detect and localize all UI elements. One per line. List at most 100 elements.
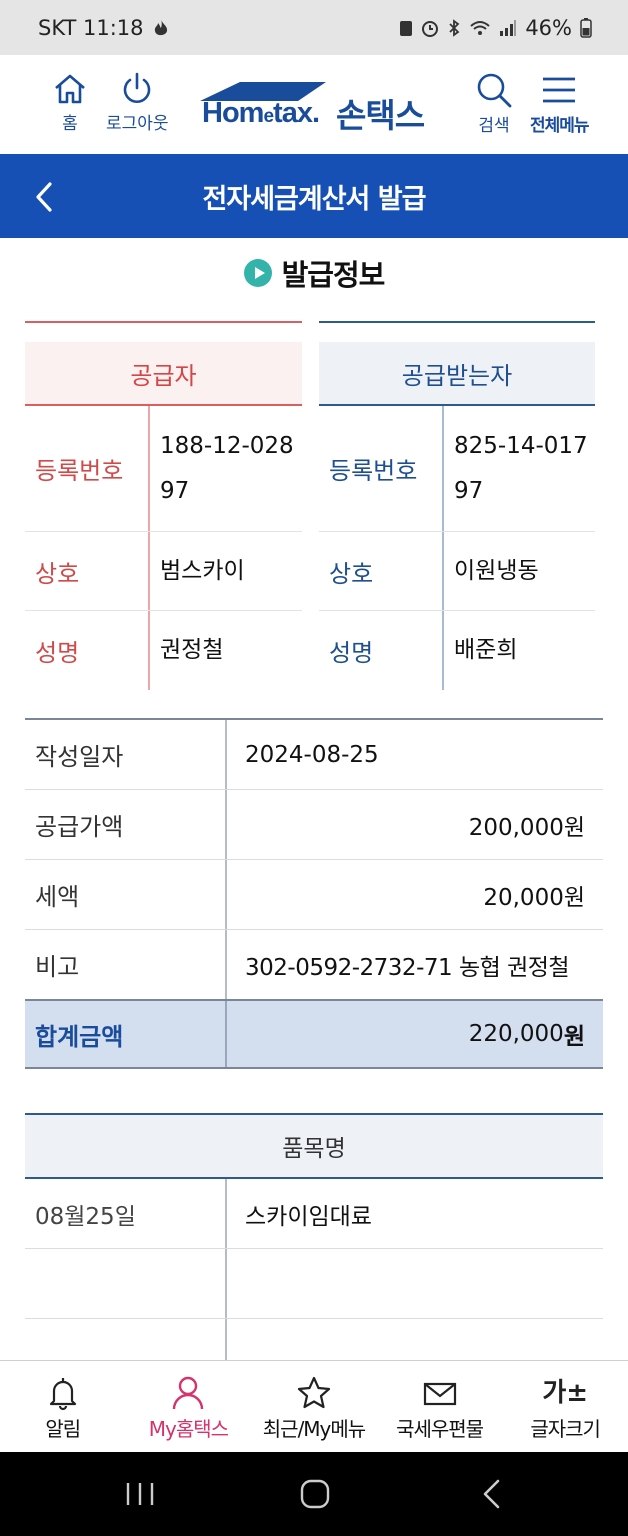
font-size-icon: 가±	[542, 1378, 589, 1408]
battery-icon	[580, 17, 592, 38]
power-icon	[123, 72, 151, 103]
section-title: 발급정보	[281, 258, 386, 292]
home-icon	[55, 74, 85, 104]
back-system-icon[interactable]	[478, 1478, 506, 1510]
home-label: 홈	[62, 114, 78, 134]
search-label: 검색	[478, 116, 510, 136]
table-row-empty	[25, 1249, 603, 1319]
supplier-rep-row: 성명 권정철	[25, 611, 302, 690]
table-row: 08월25일 스카이임대료	[25, 1179, 603, 1249]
recipient-reg-label: 등록번호	[319, 406, 444, 531]
envelope-icon	[423, 1382, 456, 1406]
total-value: 220,000 원	[227, 1001, 603, 1067]
nav-mail-label: 국세우편물	[396, 1417, 484, 1441]
home-button[interactable]: 홈	[52, 71, 88, 134]
tax-label: 세액	[25, 860, 227, 929]
supplier-name-value: 범스카이	[160, 557, 245, 584]
total-amount: 220,000	[468, 1021, 564, 1047]
note-label: 비고	[25, 930, 227, 999]
recipient-reg-value: 825-14-01797	[454, 432, 588, 504]
signal-icon	[500, 19, 517, 36]
bell-icon	[49, 1378, 76, 1411]
screen: SKT 11:18 46% 홈 로그아웃 Hometax. 손택스 검색 전체메…	[0, 0, 628, 1536]
tax-value: 20,000원	[483, 884, 585, 911]
logo-home: Hom	[202, 97, 264, 129]
date-value: 2024-08-25	[245, 741, 379, 768]
bottom-nav: 알림 My홈택스 최근/My메뉴 국세우편물 가± 글자크기	[0, 1360, 628, 1452]
carrier-time: SKT 11:18	[38, 15, 144, 40]
page-title: 전자세금계산서 발급	[202, 183, 427, 215]
supplier-reg-label: 등록번호	[25, 406, 150, 531]
supply-value: 200,000원	[468, 814, 585, 841]
total-unit: 원	[563, 1024, 585, 1050]
supplier-name-label: 상호	[25, 532, 150, 610]
battery-percent: 46%	[525, 15, 572, 40]
date-row: 작성일자 2024-08-25	[25, 720, 603, 790]
recipient-reg-row: 등록번호 825-14-01797	[319, 406, 595, 532]
supplier-heading: 공급자	[25, 342, 302, 406]
nav-alert[interactable]: 알림	[0, 1361, 126, 1452]
nav-font-label: 글자크기	[530, 1417, 601, 1441]
note-row: 비고 302-0592-2732-71 농협 권정철	[25, 930, 603, 1000]
nav-my-hometax[interactable]: My홈택스	[126, 1361, 252, 1452]
note-value: 302-0592-2732-71 농협 권정철	[245, 954, 570, 981]
status-bar: SKT 11:18 46%	[0, 0, 628, 55]
nav-my-label: My홈택스	[148, 1417, 229, 1441]
supplier-rep-label: 성명	[25, 611, 150, 690]
recipient-box: 공급받는자 등록번호 825-14-01797 상호 이원냉동 성명 배준희	[319, 321, 595, 690]
nav-recent-label: 최근/My메뉴	[262, 1417, 366, 1441]
supply-row: 공급가액 200,000원	[25, 790, 603, 860]
alarm-icon	[422, 20, 439, 37]
star-icon	[297, 1376, 331, 1409]
recipient-name-value: 이원냉동	[454, 557, 539, 584]
recipient-rep-label: 성명	[319, 611, 444, 690]
total-label: 합계금액	[25, 1001, 227, 1067]
recipient-heading: 공급받는자	[319, 342, 595, 406]
back-icon[interactable]	[30, 180, 60, 214]
supplier-reg-row: 등록번호 188-12-02897	[25, 406, 302, 532]
bluetooth-icon	[449, 18, 460, 37]
logout-label: 로그아웃	[106, 114, 169, 134]
recipient-name-row: 상호 이원냉동	[319, 532, 595, 611]
clipboard-icon	[400, 20, 413, 36]
item-date: 08월25일	[25, 1179, 227, 1248]
supplier-rep-value: 권정철	[160, 637, 224, 663]
home-system-icon[interactable]	[299, 1478, 331, 1510]
tax-row: 세액 20,000원	[25, 860, 603, 930]
logout-button[interactable]: 로그아웃	[106, 71, 169, 134]
hamburger-icon	[543, 77, 576, 103]
nav-tax-mail[interactable]: 국세우편물	[377, 1361, 503, 1452]
logo-tax: tax.	[273, 97, 320, 129]
invoice-info-table: 작성일자 2024-08-25 공급가액 200,000원 세액 20,000원…	[25, 718, 603, 1069]
supplier-reg-value: 188-12-02897	[160, 432, 294, 504]
nav-recent-menu[interactable]: 최근/My메뉴	[251, 1361, 377, 1452]
item-name: 스카이임대료	[245, 1203, 372, 1230]
nav-font-size[interactable]: 가± 글자크기	[502, 1361, 628, 1452]
logo-korean: 손택스	[336, 96, 425, 135]
title-bar: 전자세금계산서 발급	[0, 154, 628, 238]
recipient-name-label: 상호	[319, 532, 444, 610]
play-icon	[243, 259, 272, 287]
wifi-icon	[470, 20, 490, 35]
flame-icon	[154, 18, 167, 35]
supply-label: 공급가액	[25, 790, 227, 859]
recipient-rep-row: 성명 배준희	[319, 611, 595, 690]
search-button[interactable]: 검색	[474, 71, 514, 136]
all-menu-button[interactable]: 전체메뉴	[530, 71, 590, 136]
menu-label: 전체메뉴	[530, 116, 590, 136]
supplier-box: 공급자 등록번호 188-12-02897 상호 범스카이 성명 권정철	[25, 321, 302, 690]
item-table: 품목명 08월25일 스카이임대료	[25, 1113, 603, 1389]
app-header: 홈 로그아웃 Hometax. 손택스 검색 전체메뉴	[0, 55, 628, 154]
logo-e: e	[263, 106, 274, 127]
section-heading: 발급정보	[0, 250, 628, 296]
total-row: 합계금액 220,000 원	[25, 999, 603, 1069]
person-icon	[173, 1376, 204, 1410]
search-icon	[477, 73, 512, 108]
hometax-logo[interactable]: Hometax. 손택스	[198, 79, 436, 135]
recipient-rep-value: 배준희	[454, 637, 518, 663]
system-nav-bar	[0, 1452, 628, 1536]
supplier-name-row: 상호 범스카이	[25, 532, 302, 611]
item-heading: 품목명	[25, 1115, 603, 1179]
recent-apps-icon[interactable]	[124, 1480, 156, 1508]
date-label: 작성일자	[25, 720, 227, 789]
